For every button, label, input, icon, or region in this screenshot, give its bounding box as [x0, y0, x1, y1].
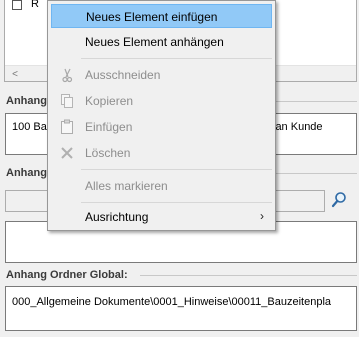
menu-item-alles-markieren[interactable]: Alles markieren	[51, 174, 272, 198]
group-label-anhang-ordner-global: Anhang Ordner Global:	[6, 269, 128, 281]
menu-item-label: Ausrichtung	[85, 210, 149, 224]
anhang-field-1-value-tail: lan Kunde	[273, 121, 323, 133]
menu-item-ausrichtung[interactable]: Ausrichtung ›	[51, 205, 272, 229]
group-label-anhang-1: Anhang	[6, 95, 47, 107]
menu-item-kopieren[interactable]: Kopieren	[51, 89, 272, 113]
expand-toggle-icon[interactable]	[12, 0, 22, 10]
menu-item-neues-element-anhaengen[interactable]: Neues Element anhängen	[51, 30, 272, 54]
menu-item-label: Einfügen	[85, 120, 133, 134]
delete-icon	[59, 145, 75, 161]
menu-separator	[81, 202, 272, 203]
menu-item-einfuegen[interactable]: Einfügen	[51, 115, 272, 139]
menu-separator	[81, 58, 272, 59]
anhang-ordner-global-field[interactable]: 000_Allgemeine Dokumente\0001_Hinweise\0…	[5, 286, 357, 331]
menu-item-label: Kopieren	[85, 94, 134, 108]
menu-item-label: Neues Element einfügen	[86, 10, 218, 24]
submenu-arrow-icon: ›	[260, 209, 264, 223]
menu-item-label: Neues Element anhängen	[85, 35, 224, 49]
menu-item-label: Löschen	[85, 146, 131, 160]
paste-icon	[59, 119, 75, 135]
chevron-left-icon[interactable]: <	[9, 68, 21, 80]
menu-item-loeschen[interactable]: Löschen	[51, 141, 272, 165]
search-icon[interactable]	[331, 191, 347, 209]
group-divider	[140, 275, 357, 276]
menu-item-label: Alles markieren	[85, 179, 168, 193]
tree-row[interactable]: R	[11, 0, 51, 13]
copy-icon	[59, 93, 75, 109]
menu-item-ausschneiden[interactable]: Ausschneiden	[51, 63, 272, 87]
scissors-icon	[59, 67, 75, 83]
anhang-ordner-global-value: 000_Allgemeine Dokumente\0001_Hinweise\0…	[12, 296, 332, 308]
group-label-anhang-2: Anhang	[6, 167, 47, 179]
tree-item-label: R	[31, 0, 39, 10]
menu-item-label: Ausschneiden	[85, 68, 161, 82]
menu-item-neues-element-einfuegen[interactable]: Neues Element einfügen	[51, 4, 272, 28]
context-menu: Neues Element einfügen Neues Element anh…	[47, 0, 276, 231]
menu-separator	[81, 169, 272, 170]
